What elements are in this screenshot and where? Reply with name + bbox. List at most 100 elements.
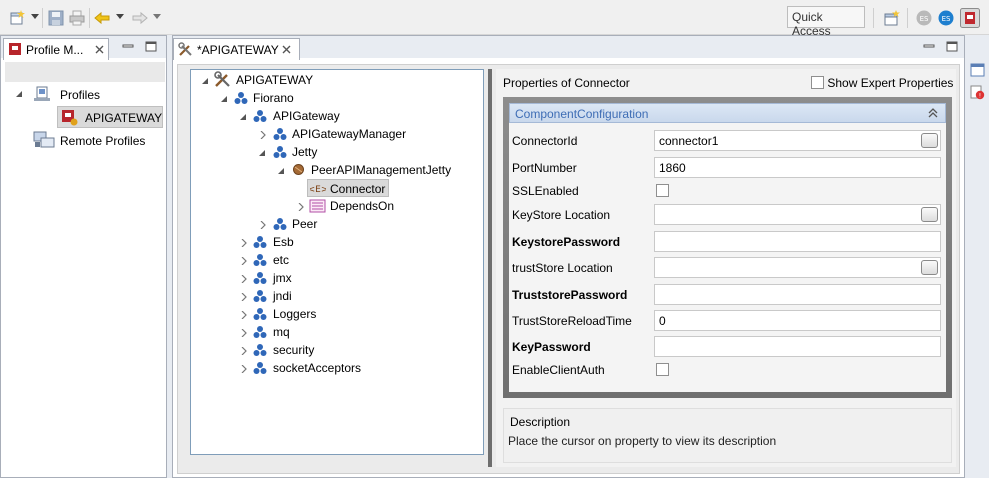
open-perspective-icon[interactable] [884, 10, 900, 26]
port-number-field[interactable]: 1860 [654, 157, 941, 178]
close-icon[interactable] [95, 45, 104, 54]
new-wizard-icon[interactable] [9, 10, 25, 26]
node-icon [253, 344, 267, 356]
collapse-twisty-icon[interactable] [220, 95, 228, 103]
enable-client-auth-checkbox[interactable] [656, 363, 669, 376]
tree-node-fiorano[interactable]: Fiorano [253, 91, 294, 105]
tree-node-esb[interactable]: Esb [273, 235, 294, 249]
show-expert-properties[interactable]: Show Expert Properties [811, 76, 953, 90]
forward-dropdown-icon[interactable] [153, 14, 161, 20]
tree-node-peerapimanagementjetty[interactable]: PeerAPIManagementJetty [311, 163, 451, 177]
close-icon[interactable] [282, 45, 291, 54]
node-icon [253, 236, 267, 248]
keystore-password-field[interactable] [654, 231, 941, 252]
print-icon[interactable] [69, 10, 85, 26]
browse-button[interactable] [921, 207, 938, 222]
tree-item-remote-profiles[interactable]: Remote Profiles [60, 134, 145, 148]
ssl-enabled-checkbox[interactable] [656, 184, 669, 197]
show-expert-label: Show Expert Properties [827, 76, 954, 90]
tree-item-label: APIGATEWAY [85, 111, 163, 125]
restore-view-icon[interactable] [970, 63, 985, 77]
browse-button[interactable] [921, 133, 938, 148]
tree-node-connector[interactable]: <E> Connector [307, 179, 389, 197]
tab-apigateway[interactable]: *APIGATEWAY [173, 38, 300, 60]
browse-button[interactable] [921, 260, 938, 275]
minimize-icon[interactable] [923, 41, 935, 52]
truststore-reload-time-field[interactable]: 0 [654, 310, 941, 331]
key-password-field[interactable] [654, 336, 941, 357]
tree-item-profiles[interactable]: Profiles [60, 88, 100, 102]
expand-twisty-icon[interactable] [259, 221, 267, 229]
expand-twisty-icon[interactable] [240, 293, 248, 301]
collapse-twisty-icon[interactable] [277, 167, 285, 175]
tree-node-loggers[interactable]: Loggers [273, 307, 316, 321]
tab-label: *APIGATEWAY [197, 43, 279, 57]
back-icon[interactable] [94, 10, 110, 26]
expand-twisty-icon[interactable] [240, 365, 248, 373]
expand-twisty-icon[interactable] [240, 275, 248, 283]
tree-node-socketacceptors[interactable]: socketAcceptors [273, 361, 361, 375]
section-header[interactable]: ComponentConfiguration [509, 103, 946, 123]
minimize-icon[interactable] [122, 41, 134, 52]
collapse-twisty-icon[interactable] [15, 90, 23, 98]
svg-text:ES: ES [942, 15, 951, 23]
toolbar-separator [873, 8, 874, 28]
property-label: SSLEnabled [512, 184, 579, 198]
tree-node-apigateway[interactable]: APIGateway [273, 109, 340, 123]
right-trim-bar: ! [966, 35, 989, 478]
maximize-icon[interactable] [145, 41, 157, 52]
property-label: TruststorePassword [512, 288, 628, 302]
collapse-section-icon[interactable] [927, 107, 939, 119]
expand-twisty-icon[interactable] [297, 203, 305, 211]
tree-node-peer[interactable]: Peer [292, 217, 317, 231]
expand-twisty-icon[interactable] [240, 257, 248, 265]
tree-node-security[interactable]: security [273, 343, 314, 357]
property-label: KeyPassword [512, 340, 591, 354]
tree-node-apigateway-root[interactable]: APIGATEWAY [236, 73, 313, 87]
toolbar-separator [89, 8, 90, 28]
tree-node-jmx[interactable]: jmx [273, 271, 292, 285]
quick-access-input[interactable]: Quick Access [787, 6, 865, 38]
forward-icon[interactable] [132, 10, 148, 26]
properties-title: Properties of Connector [503, 76, 630, 90]
panel-splitter[interactable] [488, 69, 492, 467]
truststore-location-field[interactable] [654, 257, 941, 278]
tree-node-jndi[interactable]: jndi [273, 289, 292, 303]
perspective-es-blue-icon[interactable]: ES [938, 10, 954, 26]
collapse-twisty-icon[interactable] [201, 77, 209, 85]
field-value: 0 [659, 314, 666, 328]
keystore-location-field[interactable] [654, 204, 941, 225]
tree-node-jetty[interactable]: Jetty [292, 145, 317, 159]
tree-node-dependson[interactable]: DependsOn [330, 199, 394, 213]
property-label: ConnectorId [512, 134, 578, 148]
node-icon [253, 362, 267, 374]
tree-node-apigatewaymanager[interactable]: APIGatewayManager [292, 127, 406, 141]
new-dropdown-icon[interactable] [31, 14, 39, 20]
collapse-twisty-icon[interactable] [239, 113, 247, 121]
expand-twisty-icon[interactable] [240, 311, 248, 319]
section-title: ComponentConfiguration [515, 107, 649, 121]
property-label: TrustStoreReloadTime [512, 314, 632, 328]
perspective-profile-icon[interactable] [960, 8, 980, 28]
expand-twisty-icon[interactable] [240, 239, 248, 247]
expand-twisty-icon[interactable] [259, 131, 267, 139]
tree-node-mq[interactable]: mq [273, 325, 290, 339]
maximize-icon[interactable] [946, 41, 958, 52]
expand-twisty-icon[interactable] [240, 347, 248, 355]
node-icon [253, 326, 267, 338]
back-dropdown-icon[interactable] [116, 14, 124, 20]
perspective-es-gray-icon[interactable]: ES [916, 10, 932, 26]
connector-id-field[interactable]: connector1 [654, 130, 941, 151]
save-icon[interactable] [48, 10, 64, 26]
tree-item-apigateway[interactable]: APIGATEWAY [57, 106, 163, 128]
problems-view-icon[interactable]: ! [970, 85, 985, 100]
tools-icon [178, 42, 192, 56]
tab-profile-manager[interactable]: Profile M... [3, 38, 109, 60]
collapse-twisty-icon[interactable] [258, 149, 266, 157]
truststore-password-field[interactable] [654, 284, 941, 305]
profile-filter-bar [5, 62, 165, 82]
show-expert-checkbox[interactable] [811, 76, 824, 89]
property-label: PortNumber [512, 161, 577, 175]
expand-twisty-icon[interactable] [240, 329, 248, 337]
tree-node-etc[interactable]: etc [273, 253, 289, 267]
